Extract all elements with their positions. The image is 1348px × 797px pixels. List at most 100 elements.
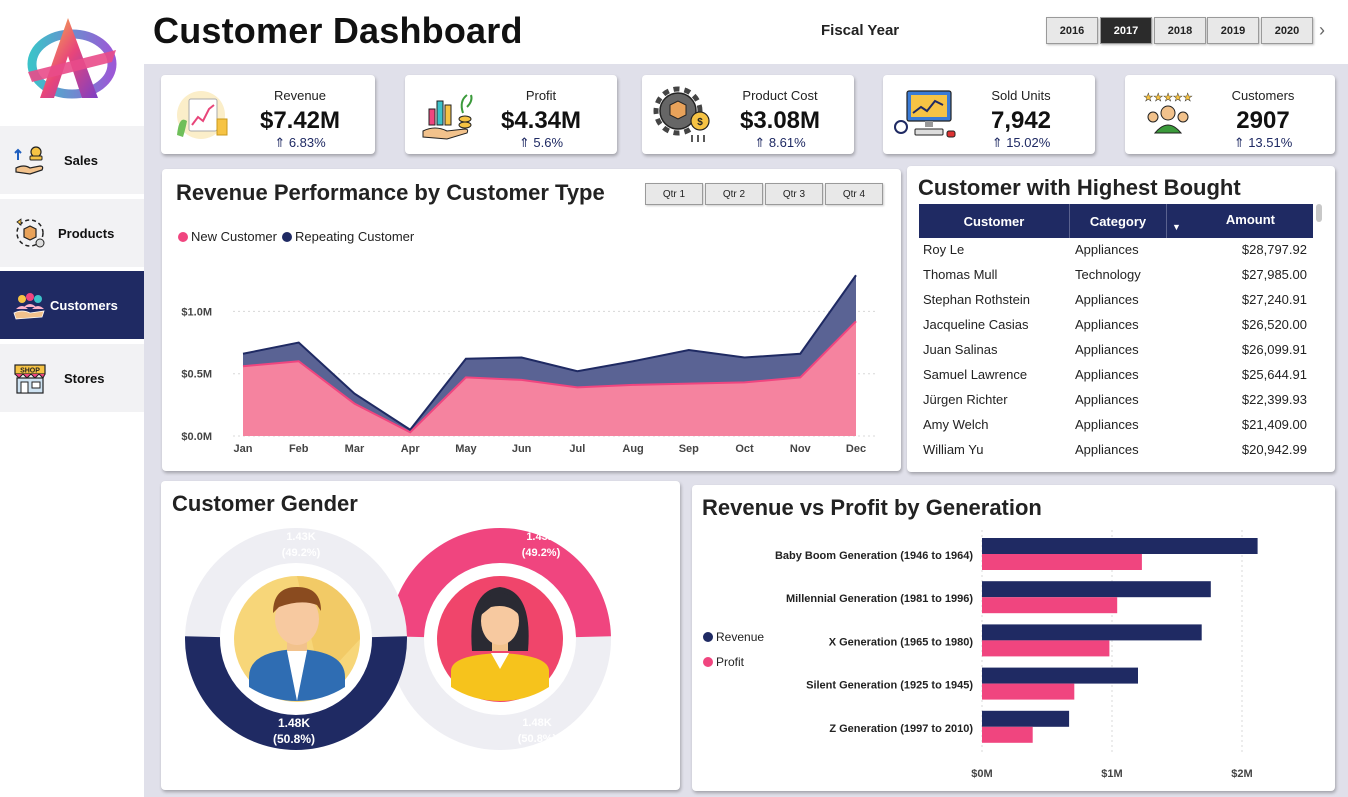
column-header-customer[interactable]: Customer (919, 204, 1070, 238)
female-avatar-icon (437, 576, 563, 702)
kpi-change: ⇑ 13.51% (1233, 135, 1293, 150)
x-tick-label: Feb (289, 443, 309, 455)
table-row[interactable]: Jacqueline Casias Appliances $26,520.00 (919, 313, 1313, 338)
female-rest-value: 1.48K (522, 717, 552, 729)
kpi-label: Product Cost (742, 88, 818, 103)
bar-profit[interactable] (982, 640, 1110, 657)
computer-icon (893, 85, 959, 145)
table-row[interactable]: Stephan Rothstein Appliances $27,240.91 (919, 288, 1313, 313)
table-row[interactable]: Roy Le Appliances $28,797.92 (919, 238, 1313, 263)
bar-revenue[interactable] (982, 710, 1070, 727)
table-header: Customer Category Amount ▼ (919, 204, 1313, 238)
svg-text:★★★★★: ★★★★★ (1143, 91, 1192, 104)
cell-customer: Jacqueline Casias (923, 317, 1029, 332)
bar-profit[interactable] (982, 683, 1075, 700)
x-tick-label: $2M (1231, 768, 1252, 780)
male-value: 1.48K (277, 716, 311, 730)
cell-category: Appliances (1075, 242, 1139, 257)
table-scrollbar[interactable] (1316, 204, 1322, 222)
bar-profit[interactable] (982, 554, 1142, 570)
category-label: Baby Boom Generation (1946 to 1964) (775, 550, 973, 562)
male-donut-label: 1.48K (50.8%) (264, 715, 324, 747)
x-tick-label: Jun (512, 443, 532, 455)
cell-amount: $27,985.00 (1241, 267, 1307, 282)
category-label: Silent Generation (1925 to 1945) (806, 680, 973, 692)
cell-customer: Amy Welch (923, 417, 989, 432)
bar-profit[interactable] (982, 597, 1118, 614)
kpi-card-revenue: Revenue $7.42M ⇑ 6.83% (161, 75, 375, 154)
cell-category: Appliances (1075, 317, 1139, 332)
cell-customer: William Yu (923, 442, 984, 457)
year-button-2017[interactable]: 2017 (1100, 17, 1152, 44)
generation-bar-chart: $0M $1M $2M Baby Boom Generation (1946 to 1… (775, 530, 1258, 780)
bar-profit[interactable] (982, 726, 1033, 743)
products-icon (10, 213, 50, 253)
gear-icon: $ (652, 85, 718, 145)
kpi-value: $3.08M (739, 107, 821, 134)
year-button-2018[interactable]: 2018 (1154, 17, 1206, 44)
cell-amount: $26,520.00 (1241, 317, 1307, 332)
table-row[interactable]: Juan Salinas Appliances $26,099.91 (919, 338, 1313, 363)
male-rest-pct: (49.2%) (281, 547, 321, 559)
male-avatar-icon (234, 576, 360, 702)
sidebar-item-products[interactable]: Products (0, 199, 144, 267)
x-tick-label: Mar (345, 443, 365, 455)
cell-amount: $26,099.91 (1241, 342, 1307, 357)
customers-icon (10, 285, 50, 325)
cell-category: Appliances (1075, 442, 1139, 457)
y-tick-label: $0.5M (181, 369, 212, 381)
table-row[interactable]: Samuel Lawrence Appliances $25,644.91 (919, 363, 1313, 388)
page-title: Customer Dashboard (153, 10, 523, 51)
kpi-card-profit: Profit $4.34M ⇑ 5.6% (405, 75, 617, 154)
kpi-change: ⇑ 6.83% (274, 135, 326, 150)
table-row[interactable]: William Yu Appliances $20,942.99 (919, 438, 1313, 463)
table-row[interactable]: Jürgen Richter Appliances $22,399.93 (919, 388, 1313, 413)
female-value: 1.43K (526, 531, 556, 543)
year-button-2020[interactable]: 2020 (1261, 17, 1313, 44)
year-button-2016[interactable]: 2016 (1046, 17, 1098, 44)
cell-category: Appliances (1075, 417, 1139, 432)
x-tick-label: Apr (401, 443, 421, 455)
x-tick-label: $0M (971, 768, 992, 780)
chevron-right-icon[interactable]: › (1319, 20, 1325, 41)
female-donut-rest-label: 1.48K (50.8%) (507, 715, 567, 747)
female-pct: (49.2%) (521, 547, 561, 559)
kpi-change: ⇑ 8.61% (754, 135, 806, 150)
column-header-amount[interactable]: Amount (1167, 204, 1313, 238)
bar-revenue[interactable] (982, 581, 1211, 598)
female-rest-pct: (50.8%) (517, 733, 557, 745)
year-button-2019[interactable]: 2019 (1207, 17, 1259, 44)
sidebar-item-sales[interactable]: Sales (0, 126, 144, 194)
table-row[interactable]: Amy Welch Appliances $21,409.00 (919, 413, 1313, 438)
sidebar-item-label: Stores (64, 370, 105, 386)
sales-icon (10, 140, 50, 180)
sidebar-item-stores[interactable]: SHOP Stores (0, 344, 144, 412)
table-row[interactable]: Thomas Mull Technology $27,985.00 (919, 263, 1313, 288)
top-customers-title: Customer with Highest Bought (918, 175, 1241, 200)
sidebar-item-customers[interactable]: Customers (0, 271, 144, 339)
cell-amount: $28,797.92 (1241, 242, 1307, 257)
y-tick-label: $1.0M (181, 306, 212, 318)
kpi-value: $7.42M (259, 107, 341, 134)
sidebar-item-label: Customers (50, 297, 118, 313)
bar-revenue[interactable] (982, 538, 1258, 554)
x-tick-label: $1M (1101, 768, 1122, 780)
x-tick-label: Aug (622, 443, 643, 455)
female-donut-label: 1.43K (49.2%) (511, 529, 571, 561)
kpi-value: $4.34M (500, 107, 582, 134)
category-label: X Generation (1965 to 1980) (829, 636, 974, 648)
kpi-label: Sold Units (991, 88, 1051, 103)
sidebar-item-label: Sales (64, 152, 98, 168)
sort-desc-icon[interactable]: ▼ (1172, 222, 1181, 232)
cell-amount: $21,409.00 (1241, 417, 1307, 432)
shop-icon: SHOP (10, 358, 50, 398)
bar-revenue[interactable] (982, 624, 1202, 641)
male-rest-value: 1.43K (286, 531, 316, 543)
column-header-category[interactable]: Category (1070, 204, 1167, 238)
x-tick-label: Jan (234, 443, 253, 455)
x-tick-label: Oct (735, 443, 754, 455)
bar-revenue[interactable] (982, 667, 1138, 684)
gender-donut-charts (185, 528, 611, 750)
cell-customer: Samuel Lawrence (923, 367, 1028, 382)
customer-rating-icon: ★★★★★ (1135, 85, 1201, 145)
